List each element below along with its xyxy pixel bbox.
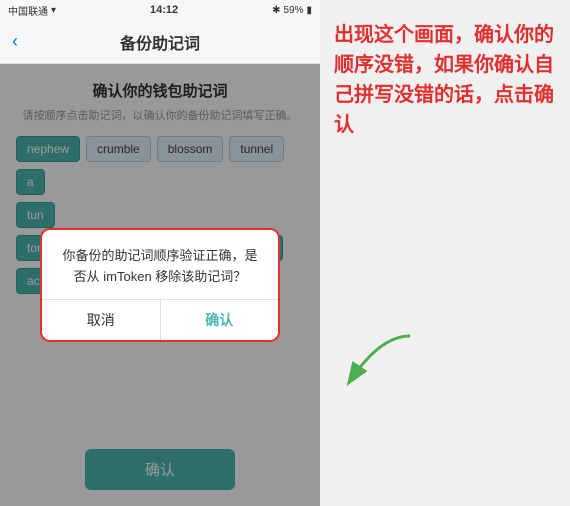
dialog-overlay: 你备份的助记词顺序验证正确，是否从 imToken 移除该助记词？ 取消 确认 [0,64,320,506]
carrier-label: 中国联通 [8,3,48,18]
bluetooth-icon: ✱ [272,5,280,16]
battery-label: 59% [283,5,303,16]
annotation-panel: 出现这个画面，确认你的顺序没错，如果你确认自己拼写没错的话，点击确认 [320,0,570,506]
nav-title: 备份助记词 [120,30,200,54]
dialog-ok-button[interactable]: 确认 [161,300,279,340]
dialog-buttons: 取消 确认 [42,299,278,340]
wifi-icon: ▾ [51,5,56,16]
status-left: 中国联通 ▾ [8,3,56,18]
dialog: 你备份的助记词顺序验证正确，是否从 imToken 移除该助记词？ 取消 确认 [40,228,280,343]
arrow-icon [330,331,430,391]
arrow-container [330,331,430,396]
status-bar: 中国联通 ▾ 14:12 ✱ 59% ▮ [0,0,320,20]
page-content: 确认你的钱包助记词 请按顺序点击助记词，以确认你的备份助记词填写正确。 neph… [0,64,320,506]
battery-icon: ▮ [306,5,312,16]
dialog-message: 你备份的助记词顺序验证正确，是否从 imToken 移除该助记词？ [58,246,262,288]
time-label: 14:12 [150,4,178,16]
annotation-text: 出现这个画面，确认你的顺序没错，如果你确认自己拼写没错的话，点击确认 [334,20,556,140]
phone-screen: 中国联通 ▾ 14:12 ✱ 59% ▮ ‹ 备份助记词 确认你的钱包助记词 请… [0,0,320,506]
status-right: ✱ 59% ▮ [272,5,312,16]
back-button[interactable]: ‹ [12,31,18,52]
nav-bar: ‹ 备份助记词 [0,20,320,64]
dialog-body: 你备份的助记词顺序验证正确，是否从 imToken 移除该助记词？ [42,230,278,300]
dialog-cancel-button[interactable]: 取消 [42,300,161,340]
